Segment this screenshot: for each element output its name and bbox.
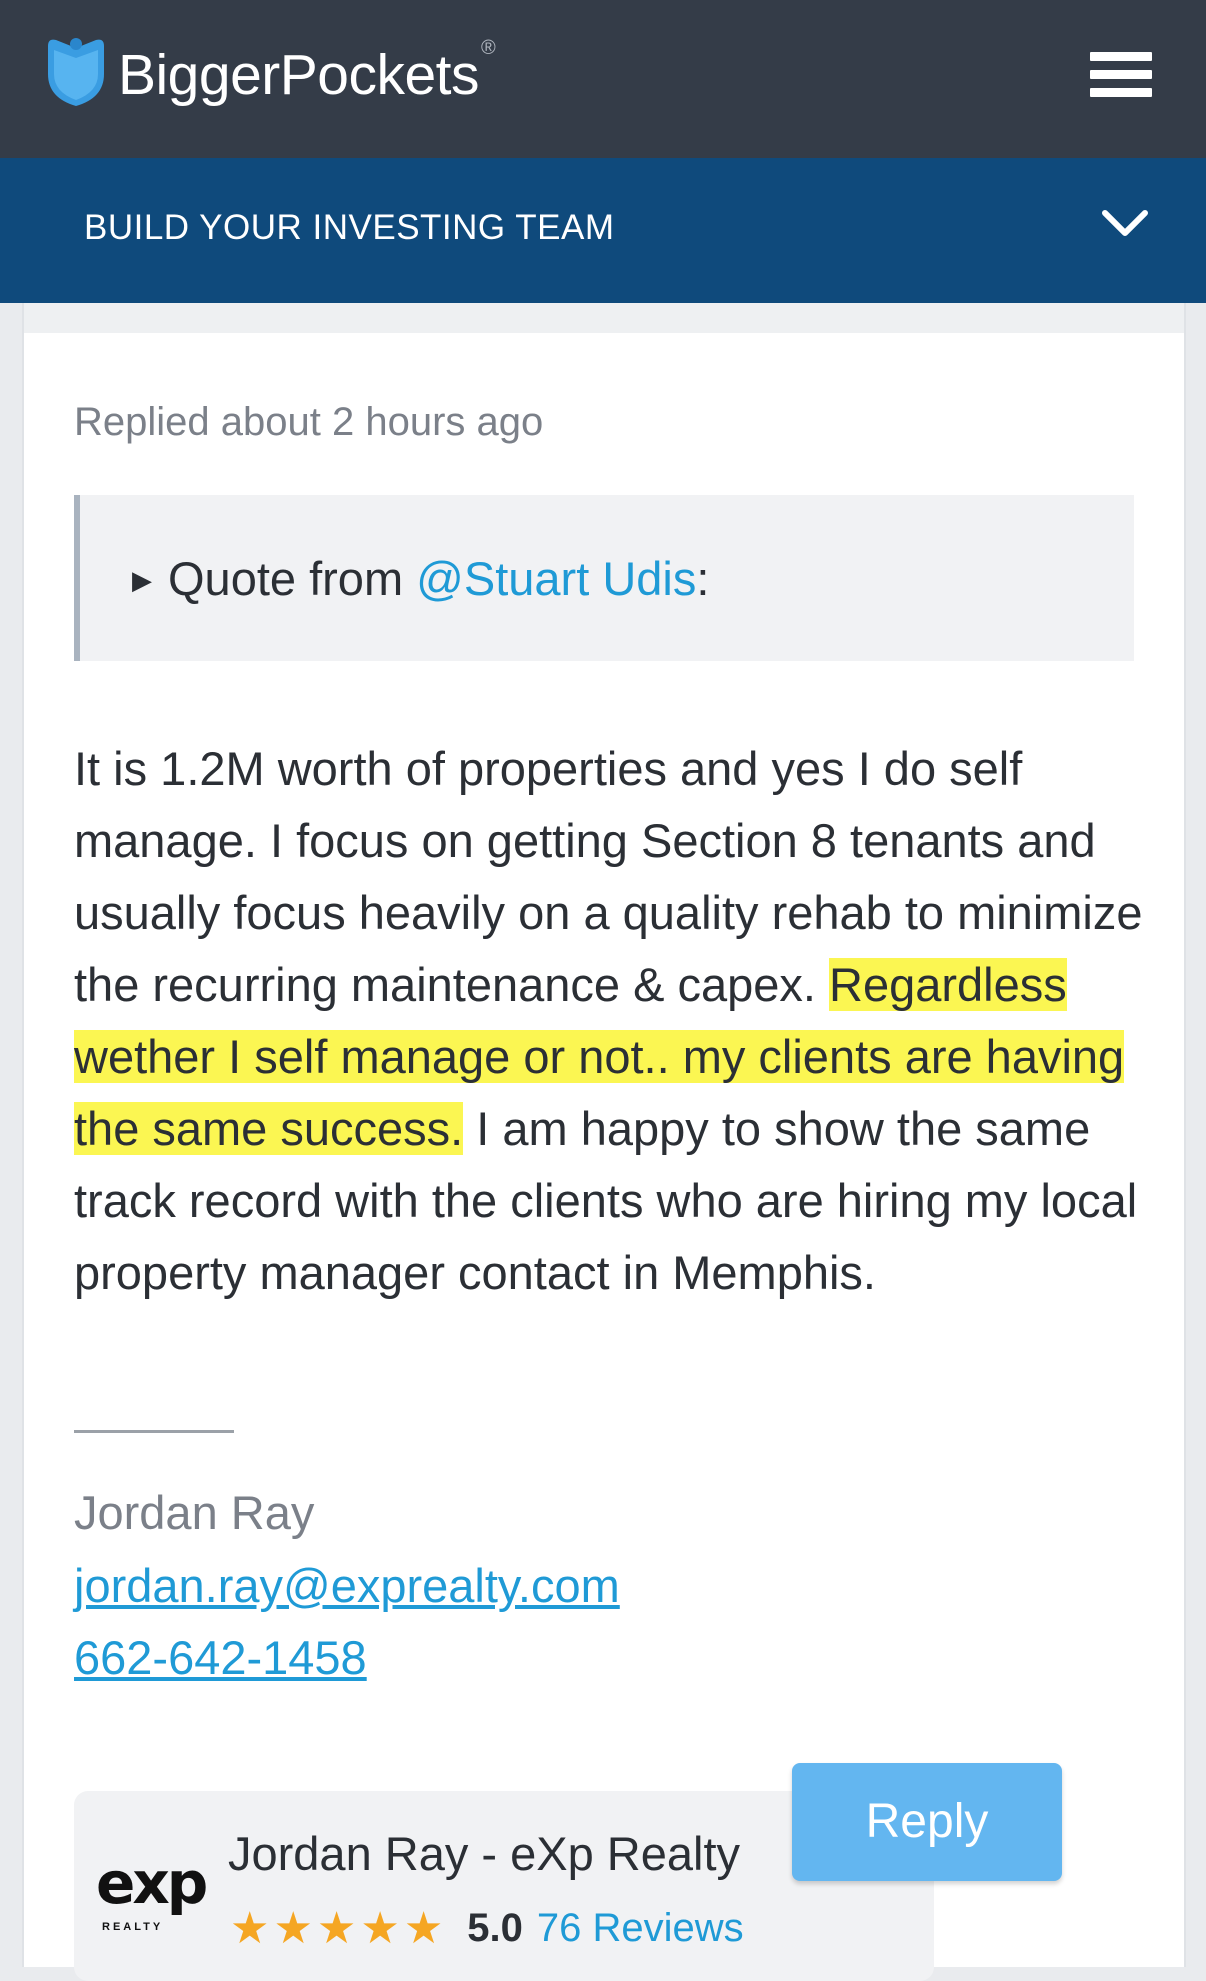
star-icon: ★ xyxy=(273,1904,313,1953)
agent-name[interactable]: Jordan Ray - eXp Realty xyxy=(228,1826,740,1881)
quote-header: ▶ Quote from @Stuart Udis: xyxy=(132,551,709,606)
section-nav-title: BUILD YOUR INVESTING TEAM xyxy=(84,208,615,247)
section-nav-bar[interactable]: BUILD YOUR INVESTING TEAM xyxy=(0,158,1206,303)
star-icon: ★ xyxy=(316,1904,357,1953)
signature-phone-link[interactable]: 662-642-1458 xyxy=(74,1630,367,1685)
quote-prefix: Quote from xyxy=(168,552,417,605)
post-card: Replied about 2 hours ago ▶ Quote from @S… xyxy=(22,303,1186,1981)
brand-name: BiggerPockets xyxy=(118,42,480,107)
quote-suffix: : xyxy=(696,552,710,605)
star-icon: ★ xyxy=(403,1904,444,1953)
star-icon: ★ xyxy=(360,1904,400,1953)
hamburger-menu-icon[interactable] xyxy=(1090,52,1152,98)
signature-email-link[interactable]: jordan.ray@exprealty.com xyxy=(74,1558,620,1613)
app-header: BiggerPockets ® xyxy=(0,0,1206,158)
reply-timestamp: Replied about 2 hours ago xyxy=(74,400,544,444)
card-top-strip xyxy=(24,303,1184,333)
mention-link[interactable]: @Stuart Udis xyxy=(416,552,696,605)
agent-rating: ★ ★ ★ ★ ★ 5.0 76 Reviews xyxy=(230,1903,744,1954)
exp-logo-sub: REALTY xyxy=(102,1921,164,1933)
reply-button[interactable]: Reply xyxy=(792,1763,1062,1881)
exp-realty-logo: exp REALTY xyxy=(96,1849,208,1933)
rating-value: 5.0 xyxy=(467,1906,523,1950)
signature-divider xyxy=(74,1430,234,1433)
star-icon: ★ xyxy=(230,1904,270,1953)
brand-logo[interactable]: BiggerPockets ® xyxy=(46,36,496,113)
signature-name: Jordan Ray xyxy=(74,1486,315,1539)
quote-block[interactable]: ▶ Quote from @Stuart Udis: xyxy=(74,495,1134,661)
reviews-link[interactable]: 76 Reviews xyxy=(537,1906,744,1951)
bigger-pockets-logo-icon xyxy=(46,36,106,113)
post-body: It is 1.2M worth of properties and yes I… xyxy=(74,733,1154,1309)
exp-logo-word: exp xyxy=(96,1849,208,1917)
registered-mark: ® xyxy=(481,37,496,59)
triangle-right-icon[interactable]: ▶ xyxy=(132,565,152,595)
chevron-down-icon[interactable] xyxy=(1100,208,1150,245)
